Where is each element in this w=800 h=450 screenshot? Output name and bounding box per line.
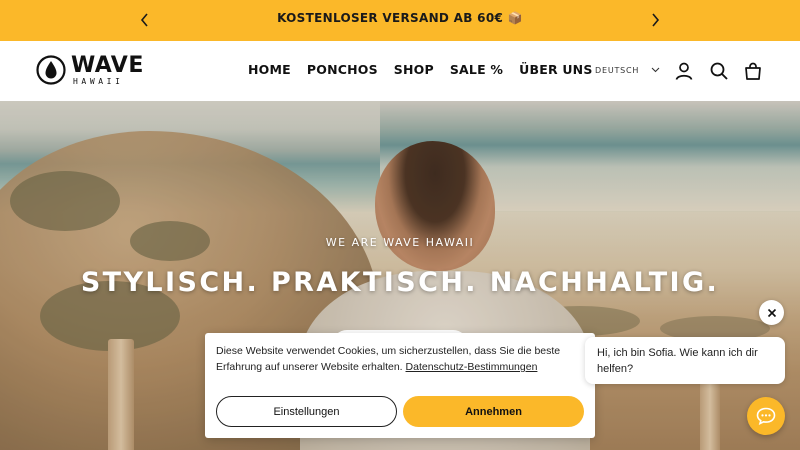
- cookie-message: Diese Website verwendet Cookies, um sich…: [216, 343, 586, 375]
- logo[interactable]: WAVE HAWAII: [36, 54, 150, 90]
- nav-shop[interactable]: SHOP: [394, 62, 434, 77]
- cart-icon[interactable]: [743, 61, 763, 81]
- chevron-down-icon: [651, 66, 660, 75]
- announcement-text: KOSTENLOSER VERSAND AB 60€ 📦: [277, 11, 523, 25]
- chat-icon[interactable]: [747, 397, 785, 435]
- nav-sale[interactable]: SALE %: [450, 62, 503, 77]
- language-selector[interactable]: DEUTSCH: [595, 66, 660, 75]
- account-icon[interactable]: [674, 61, 694, 81]
- search-icon[interactable]: [709, 61, 729, 81]
- close-icon[interactable]: [759, 300, 784, 325]
- logo-subline: HAWAII: [73, 77, 124, 86]
- chevron-right-icon[interactable]: [647, 11, 663, 29]
- chat-greeting-bubble[interactable]: Hi, ich bin Sofia. Wie kann ich dir helf…: [585, 337, 785, 384]
- language-label: DEUTSCH: [595, 66, 640, 75]
- main-nav: HOME PONCHOS SHOP SALE % ÜBER UNS: [248, 62, 609, 77]
- announcement-bar: KOSTENLOSER VERSAND AB 60€ 📦: [0, 0, 800, 41]
- cookie-accept-button[interactable]: Annehmen: [403, 396, 584, 427]
- nav-home[interactable]: HOME: [248, 62, 291, 77]
- logo-wordmark: WAVE: [71, 53, 144, 78]
- wave-drop-logo-icon: [36, 55, 66, 85]
- nav-about[interactable]: ÜBER UNS: [519, 62, 592, 77]
- nav-ponchos[interactable]: PONCHOS: [307, 62, 378, 77]
- privacy-policy-link[interactable]: Datenschutz-Bestimmungen: [406, 361, 538, 373]
- hero-eyebrow: WE ARE WAVE HAWAII: [325, 236, 475, 249]
- hero-headline: STYLISCH. PRAKTISCH. NACHHALTIG.: [80, 267, 720, 298]
- site-header: WAVE HAWAII HOME PONCHOS SHOP SALE % ÜBE…: [0, 41, 800, 101]
- cookie-banner: Diese Website verwendet Cookies, um sich…: [205, 333, 595, 438]
- chat-greeting-text: Hi, ich bin Sofia. Wie kann ich dir helf…: [597, 347, 758, 375]
- cookie-settings-button[interactable]: Einstellungen: [216, 396, 397, 427]
